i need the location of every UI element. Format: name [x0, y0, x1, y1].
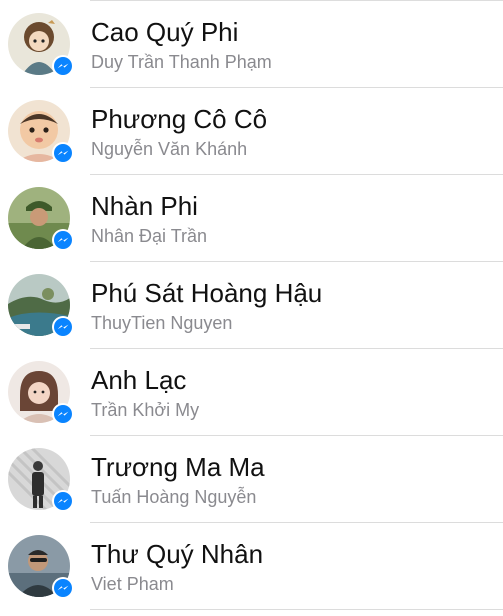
messenger-icon [52, 316, 74, 338]
contact-name: Trương Ma Ma [91, 452, 265, 482]
messenger-icon [52, 55, 74, 77]
contact-name: Anh Lạc [91, 365, 187, 395]
contact-row[interactable]: Phú Sát Hoàng Hậu ThuyTien Nguyen [0, 262, 503, 349]
contact-row[interactable]: Nhàn Phi Nhân Đại Trần [0, 175, 503, 262]
messenger-icon [52, 142, 74, 164]
contact-subtitle: ThuyTien Nguyen [91, 313, 233, 333]
contact-subtitle: Nguyễn Văn Khánh [91, 139, 248, 159]
contact-subtitle: Trần Khởi My [91, 400, 200, 420]
contact-subtitle: Duy Trần Thanh Phạm [91, 52, 272, 72]
contact-name: Phú Sát Hoàng Hậu [91, 278, 323, 308]
messenger-icon [52, 229, 74, 251]
contact-list: Cao Quý Phi Duy Trần Thanh Phạm Phương C… [0, 0, 503, 616]
contact-row[interactable]: Phương Cô Cô Nguyễn Văn Khánh [0, 88, 503, 175]
contact-row[interactable]: Cao Quý Phi Duy Trần Thanh Phạm [0, 1, 503, 88]
contact-name: Phương Cô Cô [91, 104, 268, 134]
contact-row[interactable]: Thư Quý Nhân Viet Pham [0, 523, 503, 610]
contact-name: Thư Quý Nhân [91, 539, 264, 569]
contact-name: Cao Quý Phi [91, 17, 239, 47]
contact-subtitle: Nhân Đại Trần [91, 226, 208, 246]
messenger-icon [52, 577, 74, 599]
contact-row[interactable]: Trương Ma Ma Tuấn Hoàng Nguyễn [0, 436, 503, 523]
messenger-icon [52, 490, 74, 512]
contact-row[interactable]: Anh Lạc Trần Khởi My [0, 349, 503, 436]
contact-subtitle: Viet Pham [91, 574, 174, 594]
contact-subtitle: Tuấn Hoàng Nguyễn [91, 487, 257, 507]
contact-name: Nhàn Phi [91, 191, 198, 221]
messenger-icon [52, 403, 74, 425]
row-divider [90, 609, 503, 610]
